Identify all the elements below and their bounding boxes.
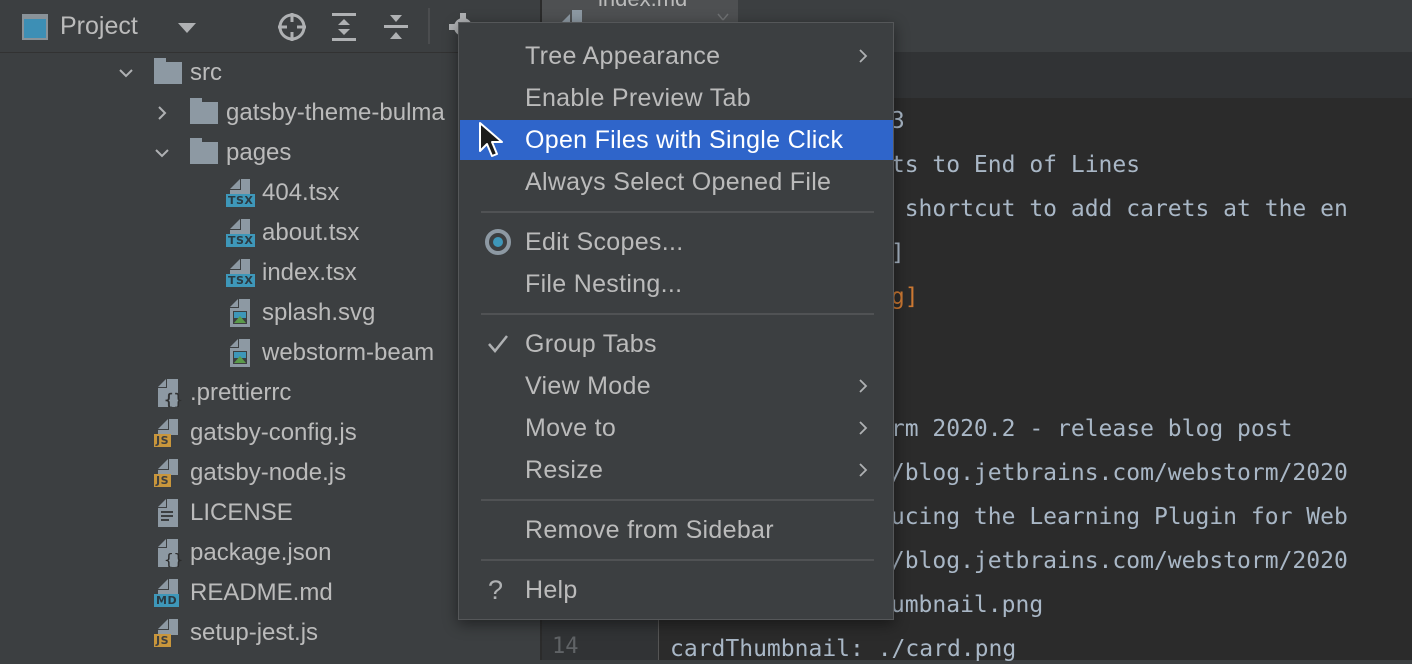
tree-item-label: .prettierrc (190, 379, 292, 406)
chevron-down-icon[interactable] (118, 65, 134, 81)
checkmark-icon (488, 335, 508, 353)
menu-separator (481, 499, 874, 501)
menu-item-help[interactable]: ? Help (460, 570, 893, 610)
tsx-file-icon: TSX (226, 179, 256, 207)
json-file-icon: {} (158, 539, 183, 567)
chevron-right-icon (859, 463, 868, 477)
tree-item-label: LICENSE (190, 499, 293, 526)
help-icon: ? (488, 575, 504, 605)
editor-tab-label: index.md (598, 0, 687, 12)
menu-item-label: Resize (525, 456, 604, 484)
tsx-file-icon: TSX (226, 219, 256, 247)
menu-item-label: Tree Appearance (525, 42, 721, 70)
menu-separator (481, 211, 874, 213)
collapse-all-icon[interactable] (379, 10, 413, 44)
menu-item-enable-preview-tab[interactable]: Enable Preview Tab (460, 78, 893, 118)
tree-item-label: about.tsx (262, 219, 360, 246)
menu-item-view-mode[interactable]: View Mode (460, 366, 893, 406)
menu-item-label: Always Select Opened File (525, 168, 832, 196)
code-line[interactable]: //blog.jetbrains.com/webstorm/2020 (877, 546, 1348, 576)
svg-text:{}: {} (164, 390, 183, 407)
chevron-right-icon[interactable] (154, 105, 170, 121)
tree-item-label: gatsby-node.js (190, 459, 347, 486)
code-line[interactable]: humbnail.png (877, 590, 1043, 620)
tree-item-label: 404.tsx (262, 179, 340, 206)
image-file-icon (230, 339, 250, 367)
chevron-down-icon[interactable] (178, 23, 196, 33)
folder-icon (154, 58, 182, 84)
menu-item-label: Edit Scopes... (525, 228, 684, 256)
project-view-icon (22, 14, 48, 40)
tsx-badge: TSX (226, 274, 256, 287)
tree-item-label: setup-jest.js (190, 619, 319, 646)
code-line[interactable]: ets to End of Lines (877, 150, 1140, 180)
chevron-right-icon (859, 421, 868, 435)
markdown-file-icon: MD (154, 579, 184, 607)
menu-item-file-nesting[interactable]: File Nesting... (460, 264, 893, 304)
code-line[interactable]: a shortcut to add carets at the en (877, 194, 1348, 224)
text-file-icon (158, 499, 178, 527)
line-number: 14 (552, 634, 579, 659)
chevron-right-icon (859, 379, 868, 393)
code-line[interactable]: //blog.jetbrains.com/webstorm/2020 (877, 458, 1348, 488)
tree-item-label: pages (226, 139, 292, 166)
tree-item-label: gatsby-config.js (190, 419, 357, 446)
menu-item-label: Remove from Sidebar (525, 516, 774, 544)
menu-item-tree-appearance[interactable]: Tree Appearance (460, 36, 893, 76)
code-line[interactable]: ducing the Learning Plugin for Web (877, 502, 1348, 532)
chevron-down-icon[interactable] (154, 145, 170, 161)
js-file-icon: JS (154, 619, 184, 647)
menu-item-label: File Nesting... (525, 270, 683, 298)
config-file-icon: {} (158, 379, 184, 407)
editor-tab-strip: index.md (542, 0, 1412, 24)
menu-item-group-tabs[interactable]: Group Tabs (460, 324, 893, 364)
svg-text:{}: {} (164, 550, 183, 567)
md-file-icon (562, 10, 582, 22)
tree-item-label: webstorm-beam (262, 339, 435, 366)
code-line[interactable]: orm 2020.2 - release blog post (877, 414, 1292, 444)
menu-item-label: Move to (525, 414, 617, 442)
options-popup-menu: Tree Appearance Enable Preview Tab Open … (458, 22, 894, 620)
expand-all-icon[interactable] (327, 10, 361, 44)
menu-item-move-to[interactable]: Move to (460, 408, 893, 448)
close-icon[interactable] (716, 12, 730, 22)
menu-item-always-select-opened-file[interactable]: Always Select Opened File (460, 162, 893, 202)
image-file-icon (230, 299, 250, 327)
menu-item-label: Group Tabs (525, 330, 657, 358)
tree-item-label: README.md (190, 579, 333, 606)
menu-item-label: Help (525, 576, 578, 604)
tree-item-label: src (190, 59, 222, 86)
locate-icon[interactable] (275, 10, 309, 44)
project-view-title[interactable]: Project (60, 10, 138, 42)
js-file-icon: JS (154, 459, 184, 487)
menu-separator (481, 559, 874, 561)
tsx-file-icon: TSX (226, 259, 256, 287)
menu-item-remove-from-sidebar[interactable]: Remove from Sidebar (460, 510, 893, 550)
tree-item-label: package.json (190, 539, 332, 566)
menu-item-open-files-single-click[interactable]: Open Files with Single Click (460, 120, 893, 160)
js-badge: JS (154, 634, 172, 647)
js-badge: JS (154, 474, 172, 487)
menu-item-label: View Mode (525, 372, 651, 400)
editor-tab-active[interactable]: index.md (542, 0, 738, 24)
menu-separator (481, 313, 874, 315)
tsx-badge: TSX (226, 234, 256, 247)
tree-item-label: index.tsx (262, 259, 357, 286)
folder-icon (190, 138, 218, 164)
toolbar-separator (428, 8, 430, 44)
mouse-cursor-icon (479, 122, 503, 157)
js-badge: JS (154, 434, 172, 447)
md-badge: MD (154, 594, 180, 607)
tree-item-label: splash.svg (262, 299, 376, 326)
folder-icon (190, 98, 218, 124)
js-file-icon: JS (154, 419, 184, 447)
tree-item-label: gatsby-theme-bulma (226, 99, 445, 126)
menu-item-label: Open Files with Single Click (525, 126, 844, 154)
menu-item-label: Enable Preview Tab (525, 84, 751, 112)
menu-item-edit-scopes[interactable]: Edit Scopes... (460, 222, 893, 262)
tsx-badge: TSX (226, 194, 256, 207)
scope-icon (485, 229, 511, 255)
menu-item-resize[interactable]: Resize (460, 450, 893, 490)
chevron-right-icon (859, 49, 868, 63)
